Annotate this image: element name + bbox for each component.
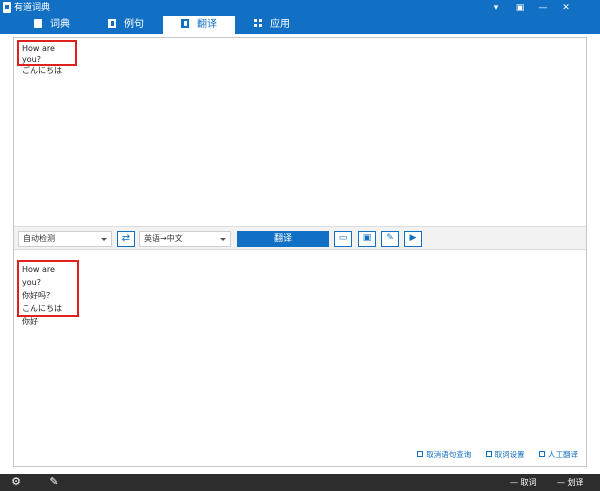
source-line: How are you?: [22, 44, 55, 64]
word-capture-toggle[interactable]: — 取词: [510, 476, 537, 489]
play-icon[interactable]: ▶: [404, 231, 422, 247]
skin-button[interactable]: ▾: [484, 0, 508, 16]
result-line: How are you?: [22, 265, 55, 287]
translate-panel: How are you? ごんにちは 自动检测 ⇄ 英语→中文 翻译 ▭ ▣ ✎…: [13, 37, 587, 467]
cancel-query-link[interactable]: 取消语句查询: [417, 450, 471, 459]
result-line: 你好: [22, 317, 38, 326]
app-title: 有道词典: [14, 3, 51, 13]
chat-icon: [539, 451, 545, 457]
chevron-down-icon: [220, 238, 226, 241]
edit-icon[interactable]: ✎: [381, 231, 399, 247]
page-icon: [108, 19, 116, 28]
tab-label: 词典: [50, 19, 70, 30]
page-icon: [181, 19, 189, 28]
title-bar: 有道词典 ▾ ▣ — ✕: [0, 0, 600, 16]
selection-translate-toggle[interactable]: — 划译: [557, 476, 584, 489]
tab-label: 翻译: [197, 19, 217, 30]
microphone-icon[interactable]: ✎: [48, 476, 60, 488]
settings-icon: [485, 451, 492, 457]
swap-languages-button[interactable]: ⇄: [117, 231, 135, 247]
target-language-select[interactable]: 英语→中文: [139, 231, 231, 247]
apps-icon: [254, 19, 262, 28]
gear-icon[interactable]: ⚙: [10, 476, 22, 488]
source-text-highlight: How are you? ごんにちは: [17, 40, 77, 75]
capture-settings-link[interactable]: 取词设置: [485, 450, 525, 459]
copy-icon[interactable]: ▭: [334, 231, 352, 247]
book-icon: [34, 19, 42, 28]
source-text-area[interactable]: How are you? ごんにちは: [14, 38, 586, 226]
translate-button[interactable]: 翻译: [237, 231, 329, 247]
minimize-button[interactable]: —: [531, 0, 555, 16]
result-text-area[interactable]: How are you? 你好吗？ こんにちは 你好 取消语句查询 取词设置 人…: [14, 252, 586, 466]
window-icon[interactable]: ▣: [358, 231, 376, 247]
tab-dictionary[interactable]: 词典: [16, 16, 88, 34]
tab-apps[interactable]: 应用: [236, 16, 308, 34]
tab-label: 应用: [270, 19, 290, 30]
result-text-highlight: How are you? 你好吗？ こんにちは 你好: [17, 260, 79, 326]
close-button[interactable]: ✕: [554, 0, 578, 16]
source-language-value: 自动检测: [23, 234, 55, 243]
tab-sentences[interactable]: 例句: [90, 16, 162, 34]
status-bar: ⚙ ✎ — 取词 — 划译: [0, 474, 600, 491]
tab-label: 例句: [124, 19, 144, 30]
mini-mode-button[interactable]: ▣: [508, 0, 532, 16]
source-language-select[interactable]: 自动检测: [18, 231, 112, 247]
human-translation-link[interactable]: 人工翻译: [539, 450, 578, 459]
tab-translate[interactable]: 翻译: [163, 16, 235, 34]
translate-toolbar: 自动检测 ⇄ 英语→中文 翻译 ▭ ▣ ✎ ▶: [14, 226, 586, 250]
chevron-down-icon: [101, 238, 107, 241]
bottom-links: 取消语句查询 取词设置 人工翻译: [405, 449, 578, 460]
tab-bar: 词典 例句 翻译 应用: [0, 16, 600, 34]
target-language-value: 英语→中文: [144, 234, 183, 243]
result-line: 你好吗？: [22, 291, 54, 300]
app-logo-icon: [3, 2, 11, 13]
result-line: こんにちは: [22, 304, 62, 313]
source-line: ごんにちは: [22, 66, 62, 75]
info-icon: [417, 451, 424, 457]
